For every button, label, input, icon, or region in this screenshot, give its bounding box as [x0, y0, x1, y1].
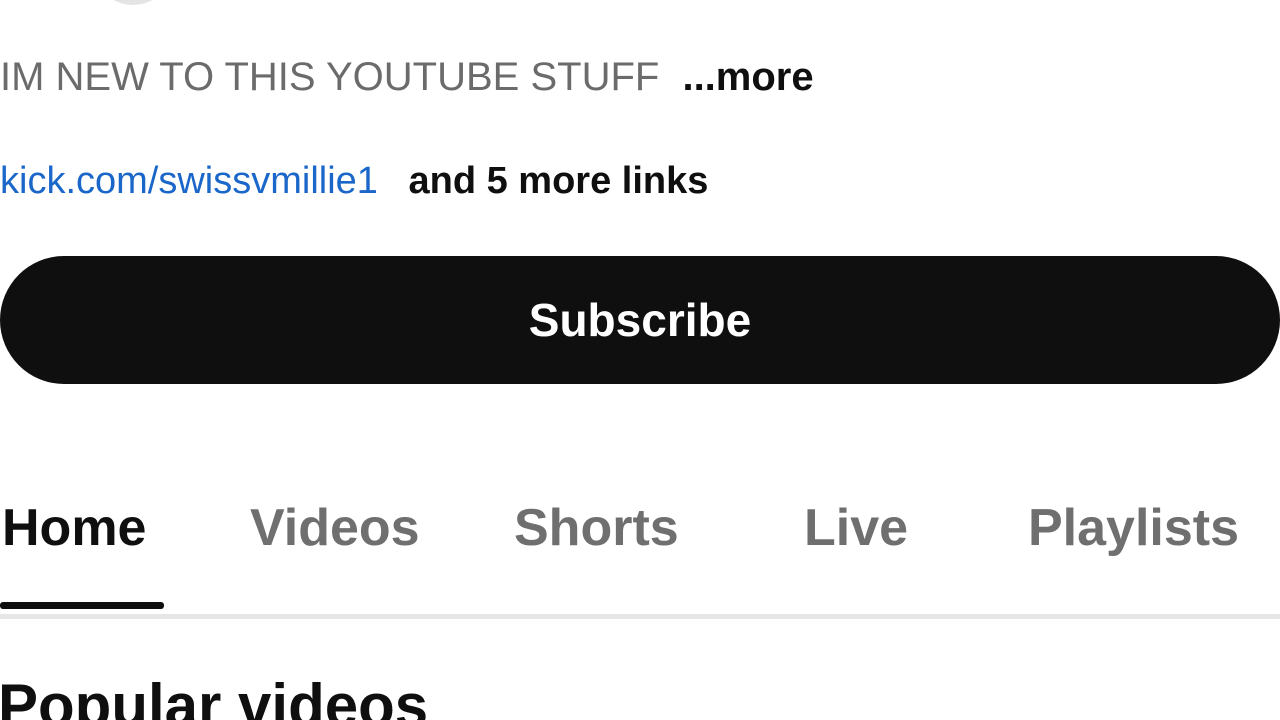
subscribe-button[interactable]: Subscribe [0, 256, 1280, 384]
description-more-button[interactable]: ...more [682, 55, 813, 99]
tabs-divider [0, 614, 1280, 619]
tab-live[interactable]: Live [804, 496, 908, 560]
tab-shorts[interactable]: Shorts [514, 496, 679, 560]
tab-playlists[interactable]: Playlists [1028, 496, 1239, 560]
channel-links: kick.com/swissvmillie1 and 5 more links [0, 156, 708, 206]
description-text: IM NEW TO THIS YOUTUBE STUFF [0, 55, 660, 99]
channel-avatar[interactable] [78, 0, 188, 5]
channel-description[interactable]: IM NEW TO THIS YOUTUBE STUFF ...more [0, 52, 814, 102]
more-links-button[interactable]: and 5 more links [408, 160, 708, 202]
channel-tabs: Home Videos Shorts Live Playlists [0, 470, 1280, 620]
channel-page: IM NEW TO THIS YOUTUBE STUFF ...more kic… [0, 0, 1280, 720]
tab-home[interactable]: Home [2, 496, 146, 560]
kick-link[interactable]: kick.com/swissvmillie1 [0, 160, 378, 202]
tab-videos[interactable]: Videos [250, 496, 420, 560]
active-tab-indicator [0, 602, 164, 609]
popular-videos-heading: Popular videos [0, 672, 429, 720]
subscribe-button-label: Subscribe [528, 294, 752, 346]
